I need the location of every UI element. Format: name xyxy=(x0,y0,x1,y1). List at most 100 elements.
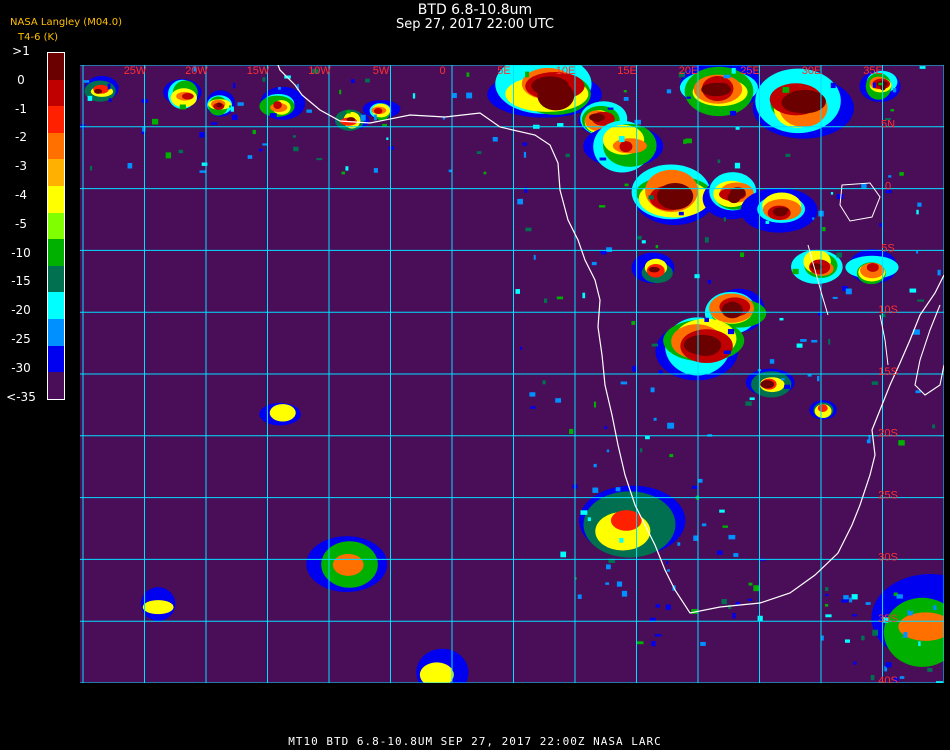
cloud-blob xyxy=(216,102,223,108)
longitude-label: 5W xyxy=(373,65,390,77)
cloud-blob xyxy=(798,97,812,107)
cloud-speck xyxy=(556,296,564,300)
legend-swatch xyxy=(48,239,64,266)
cloud-speck xyxy=(476,151,482,154)
cloud-speck xyxy=(666,561,669,565)
cloud-speck xyxy=(262,143,268,146)
cloud-speck xyxy=(704,317,709,322)
latitude-label: 5S xyxy=(881,242,894,254)
cloud-speck xyxy=(637,235,642,240)
color-legend xyxy=(47,52,65,400)
cloud-speck xyxy=(382,123,388,127)
cloud-speck xyxy=(765,220,770,224)
cloud-speck xyxy=(693,535,698,541)
longitude-label: 5E xyxy=(497,65,510,77)
cloud-speck xyxy=(199,132,205,138)
cloud-speck xyxy=(888,175,892,178)
cloud-speck xyxy=(179,104,186,110)
cloud-speck xyxy=(844,639,850,643)
cloud-speck xyxy=(779,317,784,321)
cloud-speck xyxy=(316,158,323,161)
cloud-blob xyxy=(593,116,602,123)
cloud-speck xyxy=(520,346,523,350)
longitude-label: 25W xyxy=(124,65,147,77)
cloud-speck xyxy=(825,594,829,597)
latitude-label: 30S xyxy=(878,551,898,563)
cloud-speck xyxy=(722,525,728,528)
cloud-speck xyxy=(719,509,725,513)
cloud-speck xyxy=(669,454,674,458)
cloud-speck xyxy=(836,252,843,258)
cloud-speck xyxy=(237,102,244,106)
cloud-speck xyxy=(607,107,614,110)
cloud-speck xyxy=(830,82,836,89)
cloud-speck xyxy=(686,96,691,99)
cloud-speck xyxy=(792,268,799,275)
cloud-speck xyxy=(582,292,586,299)
legend-swatch xyxy=(48,53,64,80)
cloud-speck xyxy=(807,374,812,377)
cloud-speck xyxy=(655,604,660,608)
cloud-speck xyxy=(293,146,299,152)
longitude-label: 15W xyxy=(247,65,270,77)
cloud-speck xyxy=(83,80,90,83)
cloud-blob xyxy=(610,510,642,531)
cloud-speck xyxy=(151,118,159,125)
cloud-speck xyxy=(523,151,527,158)
cloud-speck xyxy=(605,582,610,585)
cloud-blob xyxy=(273,101,282,110)
longitude-label: 25E xyxy=(740,65,760,77)
cloud-speck xyxy=(919,66,926,69)
cloud-blob xyxy=(668,186,681,196)
legend-swatch xyxy=(48,186,64,213)
cloud-speck xyxy=(853,661,857,665)
cloud-speck xyxy=(598,205,606,208)
cloud-speck xyxy=(278,86,281,90)
cloud-blob xyxy=(549,91,563,99)
cloud-blob xyxy=(715,82,729,89)
cloud-speck xyxy=(701,523,707,527)
credit-label: NASA Langley (M04.0) xyxy=(10,17,122,28)
cloud-speck xyxy=(747,598,753,601)
cloud-speck xyxy=(832,296,838,299)
cloud-speck xyxy=(740,252,745,258)
cloud-speck xyxy=(828,338,831,345)
cloud-speck xyxy=(621,590,628,597)
cloud-speck xyxy=(606,449,610,453)
cloud-speck xyxy=(604,426,608,430)
cloud-speck xyxy=(852,614,858,617)
longitude-label: 10W xyxy=(308,65,331,77)
cloud-speck xyxy=(533,254,536,260)
legend-label: >1 xyxy=(12,44,30,58)
cloud-speck xyxy=(917,202,922,207)
cloud-speck xyxy=(591,261,597,266)
cloud-speck xyxy=(517,198,524,205)
cloud-speck xyxy=(492,136,498,142)
cloud-speck xyxy=(165,152,172,159)
cloud-speck xyxy=(730,110,737,116)
cloud-speck xyxy=(890,109,895,112)
longitude-label: 15E xyxy=(617,65,637,77)
cloud-speck xyxy=(483,171,487,175)
cloud-speck xyxy=(252,129,256,135)
cloud-speck xyxy=(360,114,366,121)
cloud-speck xyxy=(845,288,852,295)
cloud-speck xyxy=(631,321,636,325)
map-canvas: 25W 20W 15W 10W 5W 0 5E 10E 15E 20E 25E 30E 35E 5N 0 5S… xyxy=(80,65,944,683)
cloud-speck xyxy=(665,604,671,610)
cloud-speck xyxy=(716,550,723,555)
cloud-speck xyxy=(365,78,370,83)
longitude-label: 30E xyxy=(802,65,822,77)
cloud-speck xyxy=(522,142,527,146)
cloud-speck xyxy=(700,641,706,646)
cloud-speck xyxy=(230,106,234,112)
cloud-speck xyxy=(178,149,184,154)
legend-swatch xyxy=(48,132,64,160)
legend-label: -2 xyxy=(15,130,27,145)
legend-label: -10 xyxy=(11,245,31,260)
latitude-label: 5N xyxy=(881,119,895,131)
lat-lon-grid xyxy=(80,65,944,683)
cloud-speck xyxy=(466,92,473,99)
latitude-label: 10S xyxy=(878,304,898,316)
cloud-speck xyxy=(555,398,562,403)
